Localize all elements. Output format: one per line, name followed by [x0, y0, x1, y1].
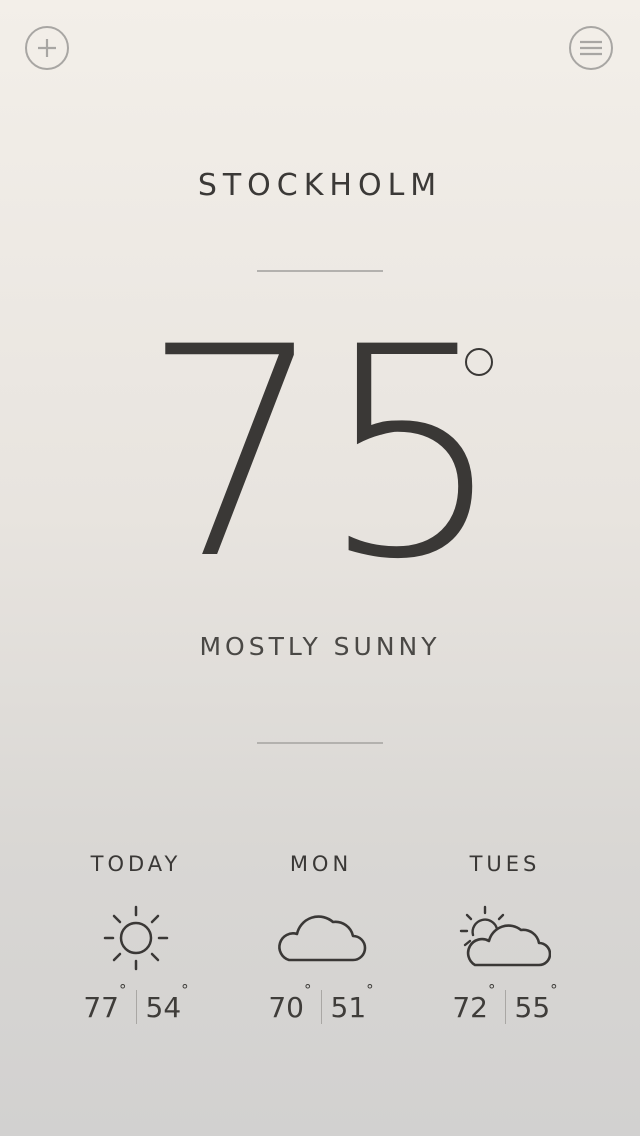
- forecast-day-label: TUES: [469, 852, 541, 876]
- forecast-day-today[interactable]: TODAY 77° 54°: [46, 852, 226, 1024]
- divider-bottom: [257, 742, 383, 744]
- forecast-low: 54°: [145, 980, 189, 1024]
- forecast-high: 70°: [268, 980, 312, 1024]
- current-temperature: 75: [141, 286, 504, 623]
- temp-separator: [320, 990, 322, 1024]
- forecast-high: 72°: [452, 980, 496, 1024]
- degree-symbol-icon: [465, 348, 493, 376]
- city-name: STOCKHOLM: [197, 168, 443, 203]
- plus-icon: [38, 39, 56, 57]
- hamburger-menu-icon: [580, 40, 602, 56]
- forecast-high: 77°: [83, 980, 127, 1024]
- divider-top: [257, 270, 383, 272]
- forecast-day-label: TODAY: [90, 852, 182, 876]
- forecast-low: 51°: [330, 980, 374, 1024]
- temp-separator: [135, 990, 137, 1024]
- cloud-icon: [278, 915, 367, 962]
- temp-separator: [504, 990, 506, 1024]
- add-city-button[interactable]: [25, 26, 69, 70]
- menu-button[interactable]: [569, 26, 613, 70]
- partly-cloudy-icon: [459, 905, 551, 967]
- forecast-day-tues[interactable]: TUES 72° 55°: [415, 852, 595, 1024]
- sun-icon: [103, 905, 169, 971]
- forecast-row: TODAY 77° 54° MON 70° 51° TUES 72° 55°: [0, 852, 640, 1042]
- weather-condition: MOSTLY SUNNY: [199, 632, 441, 661]
- forecast-low: 55°: [514, 980, 558, 1024]
- forecast-day-label: MON: [289, 852, 353, 876]
- forecast-day-mon[interactable]: MON 70° 51°: [231, 852, 411, 1024]
